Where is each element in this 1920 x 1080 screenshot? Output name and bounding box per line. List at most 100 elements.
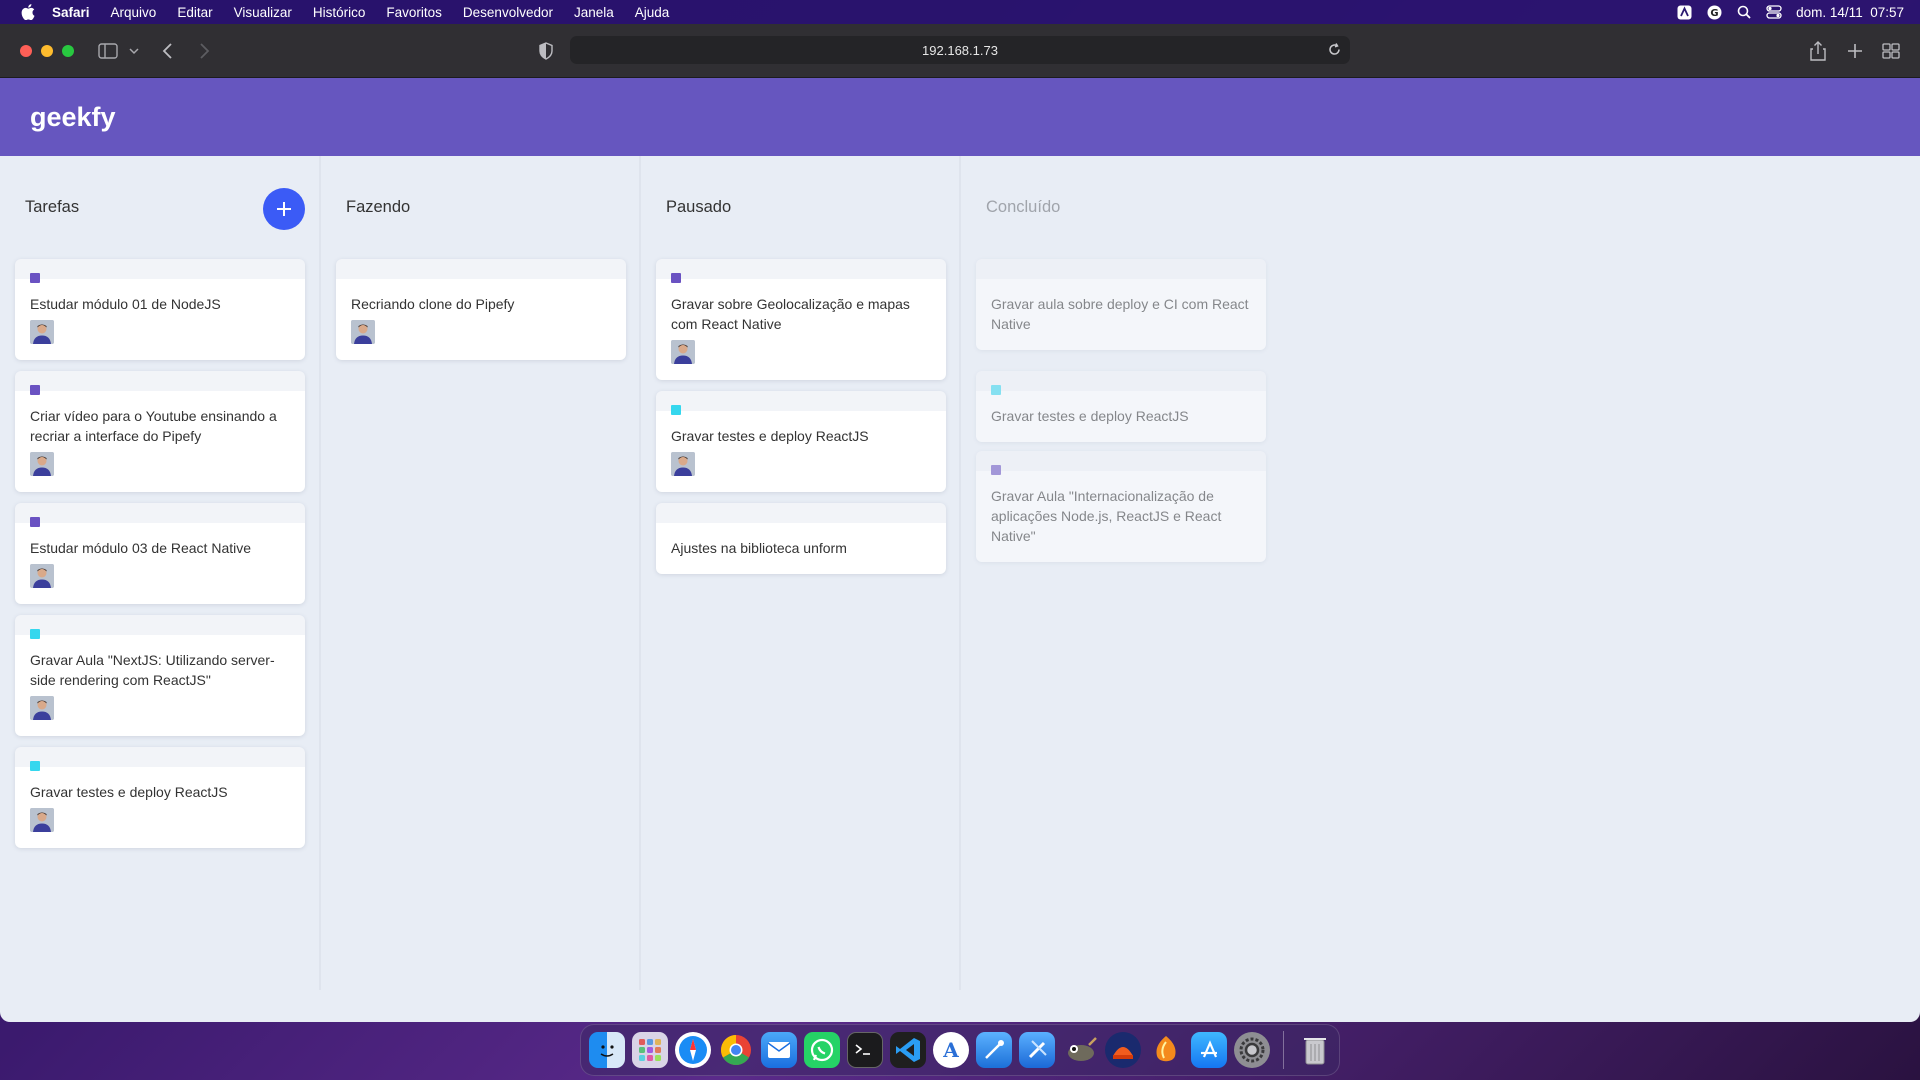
user-avatar [30, 320, 54, 344]
privacy-shield-icon[interactable] [538, 41, 554, 61]
back-icon[interactable] [162, 41, 174, 61]
control-center-icon[interactable] [1766, 4, 1782, 20]
zoom-window-button[interactable] [62, 44, 74, 57]
card-content: Gravar sobre Geolocalização e mapas com … [671, 296, 910, 332]
menu-arquivo[interactable]: Arquivo [111, 5, 157, 20]
card-spacer [15, 720, 305, 736]
card[interactable]: Ajustes na biblioteca unform [656, 503, 946, 574]
card-label [671, 405, 681, 415]
dock-separator [1283, 1031, 1284, 1069]
column-fazendo: Fazendo Recriando clone do Pipefy [321, 156, 641, 990]
card-label [991, 385, 1001, 395]
column-title: Tarefas [25, 198, 80, 216]
app-logo[interactable]: geekfy [30, 102, 116, 133]
card-label [30, 385, 40, 395]
chevron-down-icon[interactable] [129, 41, 139, 61]
menu-clock[interactable]: dom. 14/11 07:57 [1796, 5, 1904, 20]
simulator-icon[interactable] [976, 1032, 1012, 1068]
card-content: Gravar testes e deploy ReactJS [991, 408, 1189, 424]
menu-janela[interactable]: Janela [574, 5, 614, 20]
card[interactable]: Recriando clone do Pipefy [336, 259, 626, 360]
app-header: geekfy [0, 78, 1920, 156]
terminal-icon[interactable] [847, 1032, 883, 1068]
grammarly-icon[interactable]: G [1706, 4, 1722, 20]
card-spacer [976, 426, 1266, 442]
minimize-window-button[interactable] [41, 44, 53, 57]
finder-icon[interactable] [589, 1032, 625, 1068]
safari-window: 192.168.1.73 geekfy Tarefas Estudar módu [0, 24, 1920, 1022]
url-text: 192.168.1.73 [922, 42, 998, 58]
card-spacer [15, 344, 305, 360]
card-spacer [656, 476, 946, 492]
menu-safari[interactable]: Safari [52, 5, 90, 20]
card-label [30, 273, 40, 283]
column-title: Fazendo [346, 198, 411, 216]
column-title: Pausado [666, 198, 732, 216]
vscode-icon[interactable] [890, 1032, 926, 1068]
menu-ajuda[interactable]: Ajuda [635, 5, 670, 20]
menu-editar[interactable]: Editar [177, 5, 212, 20]
card[interactable]: Gravar testes e deploy ReactJS [976, 371, 1266, 442]
safari-icon[interactable] [675, 1032, 711, 1068]
card-label [671, 273, 681, 283]
card-spacer [976, 546, 1266, 562]
column-pausado: Pausado Gravar sobre Geolocalização e ma… [641, 156, 961, 990]
card[interactable]: Gravar sobre Geolocalização e mapas com … [656, 259, 946, 380]
card-spacer [15, 832, 305, 848]
column-tarefas: Tarefas Estudar módulo 01 de NodeJS Cria… [0, 156, 321, 990]
launchpad-icon[interactable] [632, 1032, 668, 1068]
card-spacer [976, 334, 1266, 350]
kanban-board: Tarefas Estudar módulo 01 de NodeJS Cria… [0, 156, 1920, 1022]
card[interactable]: Estudar módulo 01 de NodeJS [15, 259, 305, 360]
card[interactable]: Criar vídeo para o Youtube ensinando a r… [15, 371, 305, 492]
new-tab-icon[interactable] [1847, 41, 1863, 61]
forward-icon[interactable] [198, 41, 210, 61]
close-window-button[interactable] [20, 44, 32, 57]
search-icon[interactable] [1736, 4, 1752, 20]
column-title: Concluído [986, 198, 1061, 216]
system-preferences-icon[interactable] [1234, 1032, 1270, 1068]
mail-icon[interactable] [761, 1032, 797, 1068]
card-label [30, 761, 40, 771]
card[interactable]: Gravar testes e deploy ReactJS [15, 747, 305, 848]
reload-icon[interactable] [1327, 42, 1342, 60]
user-avatar [351, 320, 375, 344]
add-card-button[interactable] [263, 188, 305, 230]
card-content: Gravar aula sobre deploy e CI com React … [991, 296, 1249, 332]
menu-favoritos[interactable]: Favoritos [386, 5, 442, 20]
adobe-icon[interactable] [1676, 4, 1692, 20]
card-content: Ajustes na biblioteca unform [671, 540, 847, 556]
fl-studio-icon[interactable] [1148, 1032, 1184, 1068]
card-content: Recriando clone do Pipefy [351, 296, 515, 312]
trash-icon[interactable] [1297, 1032, 1333, 1068]
font-app-icon[interactable]: A [933, 1032, 969, 1068]
menu-visualizar[interactable]: Visualizar [234, 5, 292, 20]
svg-text:A: A [942, 1038, 959, 1062]
gimp-icon[interactable] [1062, 1032, 1098, 1068]
apple-icon[interactable] [18, 3, 38, 21]
xcode-icon[interactable] [1019, 1032, 1055, 1068]
tab-overview-icon[interactable] [1882, 41, 1900, 61]
card-label [991, 465, 1001, 475]
menu-historico[interactable]: Histórico [313, 5, 366, 20]
card[interactable]: Gravar testes e deploy ReactJS [656, 391, 946, 492]
app-store-icon[interactable] [1191, 1032, 1227, 1068]
card[interactable]: Gravar Aula "Internacionalização de apli… [976, 451, 1266, 562]
card-label [30, 629, 40, 639]
card[interactable]: Gravar Aula "NextJS: Utilizando server-s… [15, 615, 305, 736]
card-label [30, 517, 40, 527]
card-content: Estudar módulo 03 de React Native [30, 540, 252, 556]
whatsapp-icon[interactable] [804, 1032, 840, 1068]
user-avatar [30, 452, 54, 476]
menu-desenvolvedor[interactable]: Desenvolvedor [463, 5, 553, 20]
sidebar-toggle-icon[interactable] [98, 41, 118, 61]
share-icon[interactable] [1810, 41, 1826, 61]
card[interactable]: Gravar aula sobre deploy e CI com React … [976, 259, 1266, 350]
chrome-icon[interactable] [718, 1032, 754, 1068]
card[interactable]: Estudar módulo 03 de React Native [15, 503, 305, 604]
user-avatar [671, 452, 695, 476]
address-bar[interactable]: 192.168.1.73 [570, 36, 1350, 64]
medal-icon[interactable] [1105, 1032, 1141, 1068]
menu-bar: Safari Arquivo Editar Visualizar Históri… [0, 0, 1920, 24]
card-spacer [336, 344, 626, 360]
